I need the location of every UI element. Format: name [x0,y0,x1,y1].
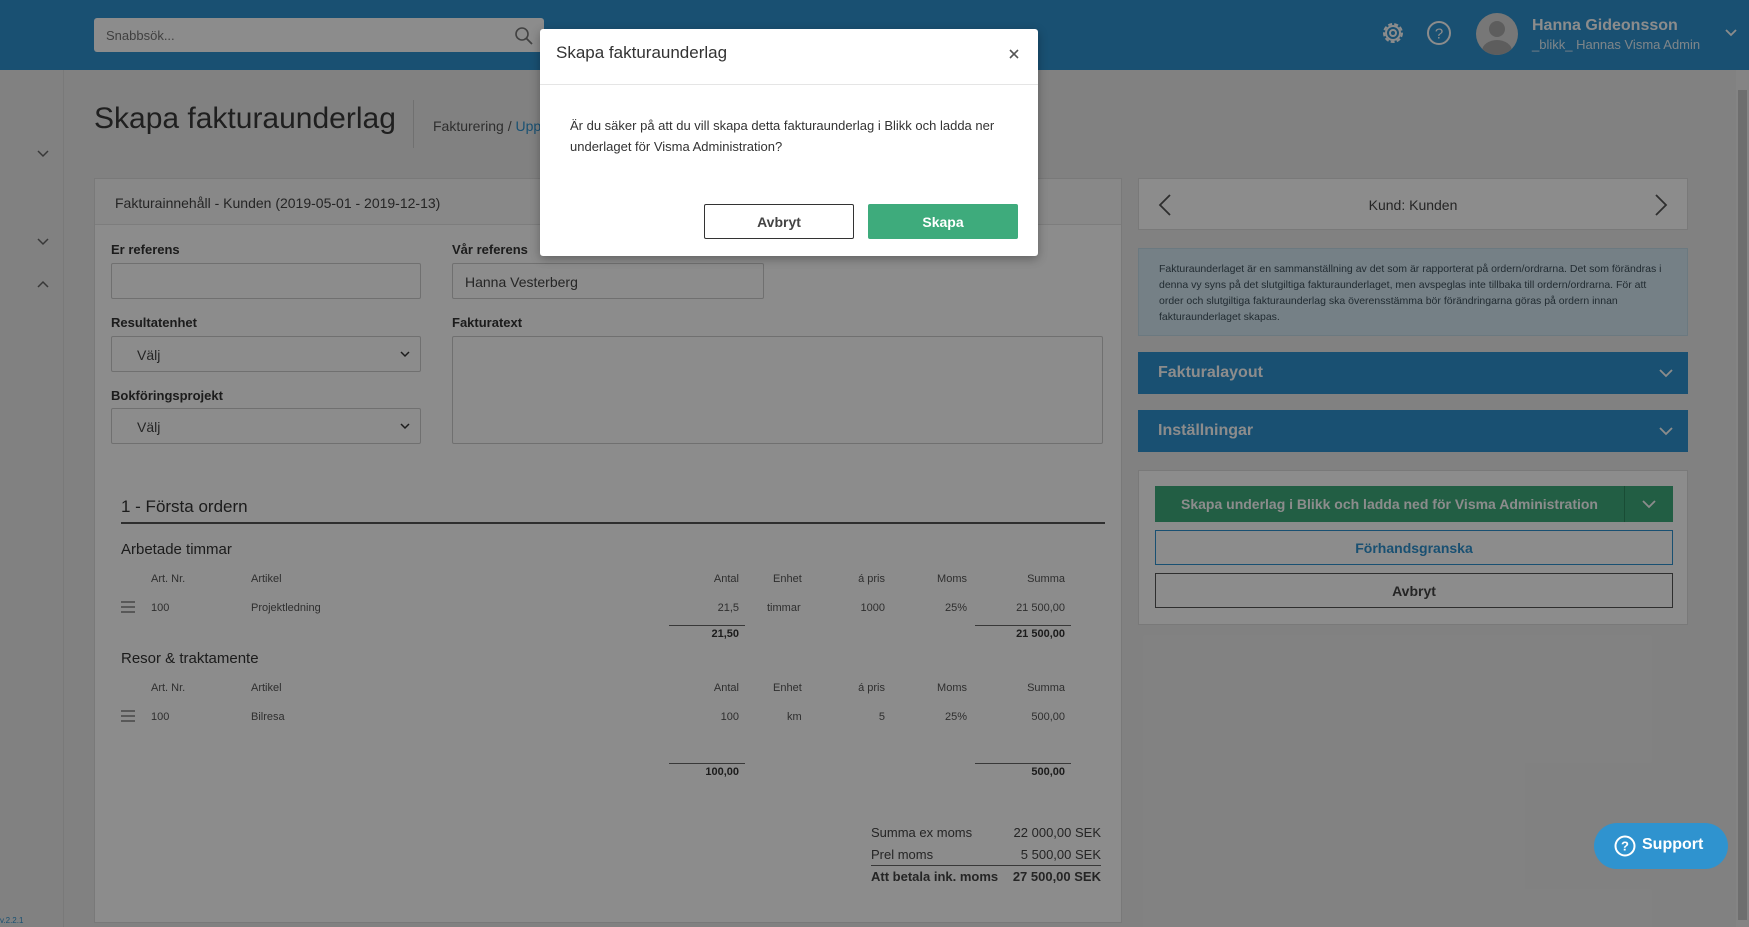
support-label: Support [1642,836,1704,853]
confirm-dialog: Skapa fakturaunderlag Är du säker på att… [540,29,1038,256]
close-icon[interactable] [1008,48,1020,60]
dialog-message: Är du säker på att du vill skapa detta f… [570,118,995,154]
svg-text:?: ? [1621,839,1629,854]
support-button[interactable]: ? Support [1594,823,1728,869]
dialog-confirm-button[interactable]: Skapa [868,204,1018,239]
dialog-title: Skapa fakturaunderlag [556,43,728,62]
dialog-cancel-button[interactable]: Avbryt [704,204,854,239]
dialog-divider [540,84,1038,85]
help-icon: ? [1614,835,1636,857]
